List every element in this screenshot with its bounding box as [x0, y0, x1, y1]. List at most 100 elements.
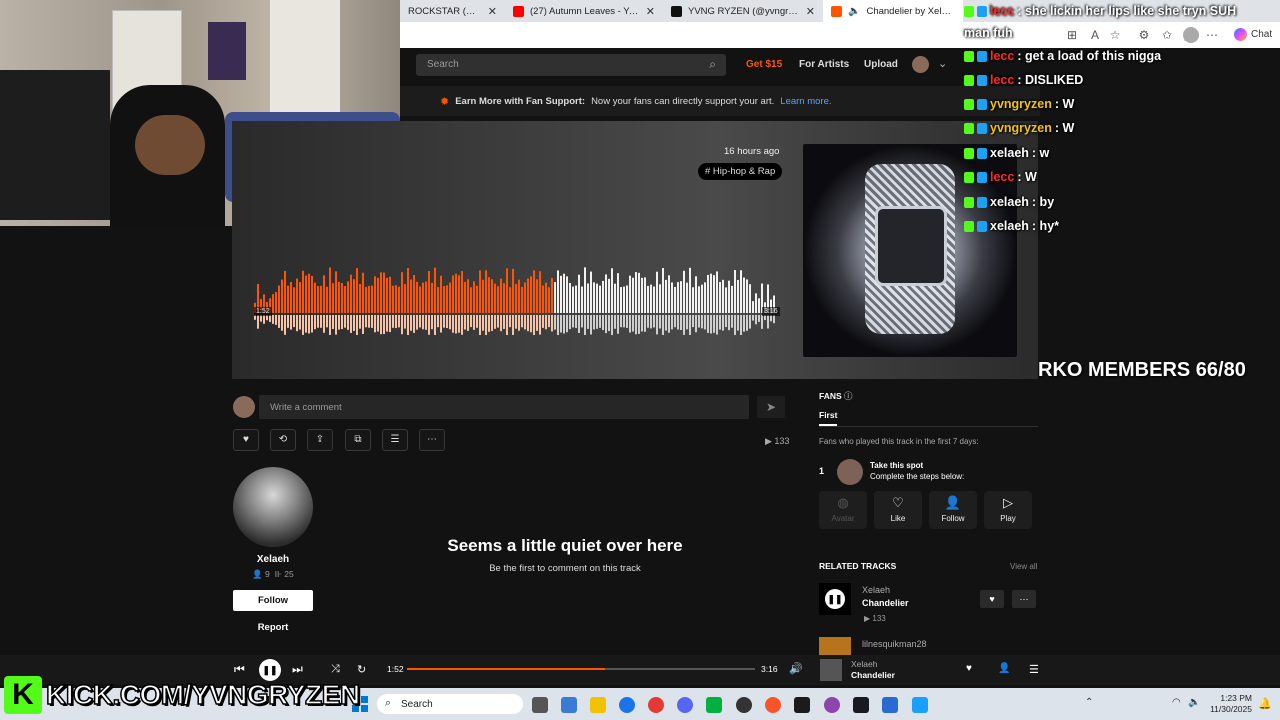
chat-text: : get a load of this nigga — [1017, 49, 1162, 63]
waveform[interactable] — [254, 265, 776, 335]
copilot-taskbar-icon[interactable] — [824, 697, 840, 713]
steam-icon[interactable] — [853, 697, 869, 713]
waveform-reflection-bar — [698, 315, 700, 328]
for-artists-link[interactable]: For Artists — [799, 59, 849, 70]
extension-puzzle-icon[interactable]: ⚙ — [1137, 28, 1151, 42]
widgets-icon[interactable] — [561, 697, 577, 713]
repost-button[interactable]: ⟲ — [270, 429, 296, 451]
related-track-artwork[interactable]: ❚❚ — [819, 583, 851, 615]
queue-icon[interactable]: ☰ — [1029, 663, 1039, 676]
artist-avatar[interactable] — [233, 467, 313, 547]
terminal-icon[interactable] — [794, 697, 810, 713]
volume-icon[interactable]: 🔊 — [789, 662, 803, 675]
tab-first[interactable]: First — [819, 410, 838, 426]
chevron-down-icon[interactable]: ⌄ — [938, 57, 947, 70]
browser-tab[interactable]: (27) Autumn Leaves - YouTube ✕ — [505, 0, 663, 22]
chat-username: xelaeh — [990, 219, 1029, 233]
waveform-bar — [515, 283, 517, 313]
upload-link[interactable]: Upload — [864, 59, 898, 70]
read-aloud-icon[interactable]: A — [1088, 28, 1102, 42]
step-follow[interactable]: 👤 Follow — [929, 491, 977, 529]
share-button[interactable]: ⇪ — [307, 429, 333, 451]
add-to-playlist-button[interactable]: ☰ — [382, 429, 408, 451]
waveform-bar — [434, 267, 436, 313]
wifi-icon[interactable]: ◠ — [1172, 697, 1181, 708]
chat-message: xelaeh: hy* — [964, 219, 1059, 233]
pause-icon[interactable]: ❚❚ — [825, 589, 845, 609]
brave-icon[interactable] — [765, 697, 781, 713]
related-more-button[interactable]: ⋯ — [1012, 590, 1036, 608]
tray-chevron-icon[interactable]: ⌃ — [1085, 697, 1093, 708]
discord-icon[interactable] — [677, 697, 693, 713]
waveform-reflection-bar — [338, 315, 340, 330]
chat-username: xelaeh — [990, 195, 1029, 209]
volume-tray-icon[interactable]: 🔈 — [1188, 697, 1200, 708]
step-like[interactable]: ♡ Like — [874, 491, 922, 529]
related-artist[interactable]: Xelaeh — [862, 585, 890, 595]
copy-link-button[interactable]: ⧉ — [345, 429, 371, 451]
artist-name[interactable]: Xelaeh — [233, 554, 313, 565]
info-icon[interactable]: ⓘ — [844, 391, 853, 401]
follow-button[interactable]: Follow — [233, 590, 313, 611]
waveform-bar — [530, 276, 532, 313]
player-follow-icon[interactable]: 👤 — [998, 663, 1010, 674]
app-icon[interactable] — [882, 697, 898, 713]
obs-icon[interactable] — [736, 697, 752, 713]
user-avatar[interactable] — [912, 56, 929, 73]
now-playing-artist[interactable]: Xelaeh — [851, 659, 877, 669]
more-button[interactable]: ⋯ — [419, 429, 445, 451]
search-icon: ⌕ — [385, 697, 392, 709]
figma-icon[interactable] — [912, 697, 928, 713]
player-like-icon[interactable]: ♥ — [966, 663, 972, 674]
waveform-bar — [551, 277, 553, 313]
related-artist-2[interactable]: lilnesquikman28 — [862, 639, 927, 649]
search-icon[interactable]: ⌕ — [709, 57, 716, 72]
waveform-bar — [719, 282, 721, 313]
chrome-icon[interactable] — [648, 697, 664, 713]
comment-input[interactable]: Write a comment — [259, 395, 749, 419]
more-icon[interactable]: ⋯ — [1205, 28, 1219, 42]
notification-bell-icon[interactable]: 🔔 — [1258, 697, 1272, 710]
waveform-bar — [623, 286, 625, 313]
favorites-icon[interactable]: ✩ — [1160, 28, 1174, 42]
taskbar-search[interactable]: ⌕ Search — [377, 694, 523, 714]
kick-logo-icon: K — [4, 676, 42, 714]
close-icon[interactable]: ✕ — [488, 5, 497, 18]
waveform-reflection-bar — [734, 315, 736, 335]
waveform-reflection-bar — [392, 315, 394, 328]
waveform-bar — [743, 277, 745, 313]
favorite-star-icon[interactable]: ☆ — [1108, 28, 1122, 42]
get-pro-link[interactable]: Get $15 — [746, 59, 782, 70]
search-input[interactable]: Search ⌕ — [416, 54, 726, 76]
browser-tab[interactable]: YVNG RYZEN (@yvngryzen) | Tik ✕ — [663, 0, 823, 22]
file-explorer-icon[interactable] — [590, 697, 606, 713]
now-playing-artwork[interactable] — [820, 659, 842, 681]
profile-avatar[interactable] — [1183, 27, 1199, 43]
waveform-reflection-bar — [419, 315, 421, 328]
send-icon[interactable]: ➤ — [757, 396, 785, 418]
extensions-icon[interactable]: ⊞ — [1065, 28, 1079, 42]
genre-tag[interactable]: # Hip-hop & Rap — [698, 163, 783, 180]
empty-comments-title: Seems a little quiet over here — [447, 536, 683, 555]
clock-date[interactable]: 11/30/2025 — [1208, 704, 1252, 714]
like-button[interactable]: ♥ — [233, 429, 259, 451]
report-link[interactable]: Report — [233, 622, 313, 633]
related-like-button[interactable]: ♥ — [980, 590, 1004, 608]
related-track-artwork-2[interactable] — [819, 637, 851, 655]
view-all-link[interactable]: View all — [1010, 562, 1037, 571]
waveform-reflection-bar — [578, 315, 580, 334]
waveform-bar — [509, 287, 511, 313]
learn-more-link[interactable]: Learn more. — [780, 96, 831, 107]
close-icon[interactable]: ✕ — [806, 5, 815, 18]
step-play[interactable]: ▷ Play — [984, 491, 1032, 529]
task-view-icon[interactable] — [532, 697, 548, 713]
browser-tab[interactable]: ROCKSTAR (Official M ✕ — [400, 0, 505, 22]
clock-time[interactable]: 1:23 PM — [1212, 693, 1252, 703]
copilot-chat-button[interactable]: Chat — [1234, 28, 1272, 41]
now-playing-track[interactable]: Chandelier — [851, 670, 895, 680]
xbox-icon[interactable] — [706, 697, 722, 713]
close-icon[interactable]: ✕ — [646, 5, 655, 18]
edge-icon[interactable] — [619, 697, 635, 713]
related-track-title[interactable]: Chandelier — [862, 598, 909, 608]
browser-tab-active[interactable]: 🔈 Chandelier by Xelaeh — [823, 0, 963, 22]
